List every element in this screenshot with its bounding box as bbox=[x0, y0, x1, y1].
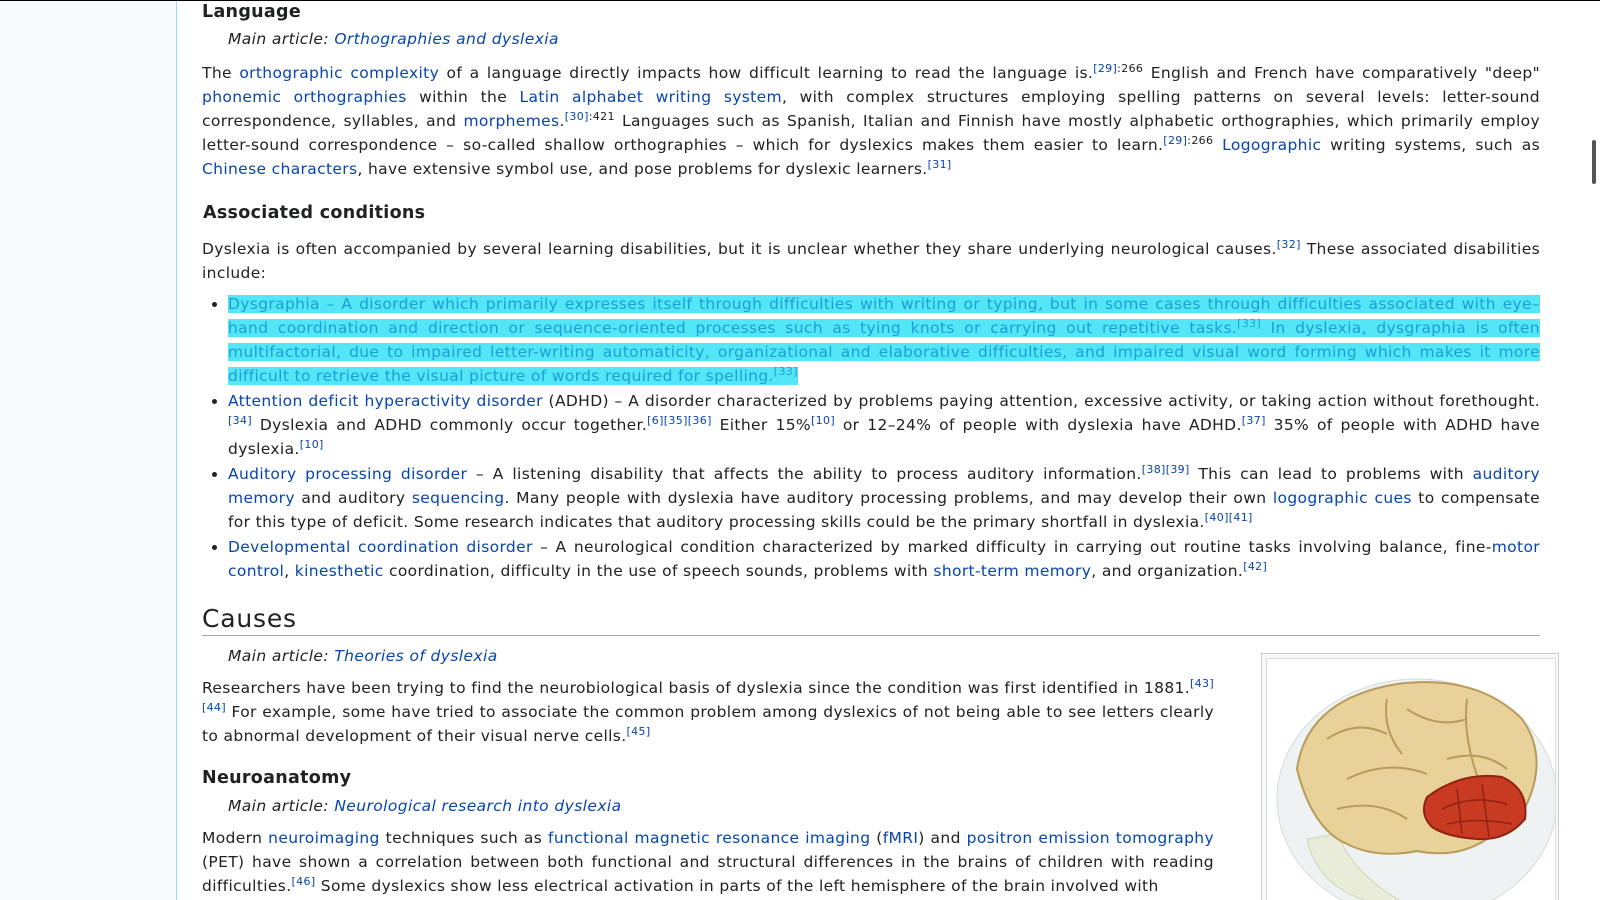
list-item-dcd: Developmental coordination disorder – A … bbox=[228, 535, 1540, 583]
link-neurological-research-into-dyslexia[interactable]: Neurological research into dyslexia bbox=[334, 797, 621, 815]
citation-link[interactable]: [41] bbox=[1229, 511, 1253, 524]
link-kinesthetic[interactable]: kinesthetic bbox=[295, 562, 384, 580]
hatnote-prefix: Main article: bbox=[228, 30, 335, 48]
citation-link[interactable]: [10] bbox=[811, 414, 835, 427]
link-fmri-full[interactable]: functional magnetic resonance imaging bbox=[548, 829, 870, 847]
citation-link[interactable]: [45] bbox=[627, 725, 651, 738]
link-orthographies-and-dyslexia[interactable]: Orthographies and dyslexia bbox=[334, 30, 559, 48]
page-ref: :266 bbox=[1187, 133, 1214, 147]
hatnote-prefix: Main article: bbox=[228, 797, 335, 815]
citation-link[interactable]: [43] bbox=[1190, 677, 1214, 690]
citation-link[interactable]: [32] bbox=[1277, 238, 1301, 251]
list-item-auditory-processing: Auditory processing disorder – A listeni… bbox=[228, 462, 1540, 534]
scrollbar-thumb[interactable] bbox=[1592, 140, 1596, 184]
citation-link[interactable]: [36] bbox=[688, 414, 712, 427]
citation-link[interactable]: [6] bbox=[647, 414, 664, 427]
link-positron-emission-tomography[interactable]: positron emission tomography bbox=[967, 829, 1214, 847]
link-adhd[interactable]: Attention deficit hyperactivity disorder bbox=[228, 392, 543, 410]
page-ref: :421 bbox=[588, 109, 615, 123]
selected-text-highlight: Dysgraphia – A disorder which primarily … bbox=[228, 295, 1540, 385]
citation-link[interactable]: [46] bbox=[292, 875, 316, 888]
section-heading-neuroanatomy: Neuroanatomy bbox=[202, 768, 352, 788]
citation-link[interactable]: [33] bbox=[1237, 317, 1261, 330]
citation-link[interactable]: [29] bbox=[1163, 134, 1187, 147]
citation-link[interactable]: [33] bbox=[774, 365, 798, 378]
link-morphemes[interactable]: morphemes bbox=[463, 112, 559, 130]
hatnote-causes: Main article: Theories of dyslexia bbox=[202, 647, 498, 665]
page-ref: :266 bbox=[1117, 61, 1144, 75]
link-developmental-coordination-disorder[interactable]: Developmental coordination disorder bbox=[228, 538, 533, 556]
paragraph-language: The orthographic complexity of a languag… bbox=[202, 61, 1541, 178]
paragraph-causes: Researchers have been trying to find the… bbox=[202, 676, 1214, 745]
citation-link[interactable]: [34] bbox=[228, 414, 252, 427]
link-chinese-characters[interactable]: Chinese characters bbox=[202, 160, 357, 178]
link-fmri[interactable]: fMRI bbox=[883, 829, 919, 847]
citation-link[interactable]: [39] bbox=[1166, 463, 1190, 476]
list-item-adhd: Attention deficit hyperactivity disorder… bbox=[228, 389, 1540, 461]
citation-link[interactable]: [38] bbox=[1142, 463, 1166, 476]
hatnote-neuroanatomy: Main article: Neurological research into… bbox=[202, 797, 622, 815]
citation-link[interactable]: [31] bbox=[928, 158, 952, 171]
list-item-dysgraphia: Dysgraphia – A disorder which primarily … bbox=[228, 292, 1540, 388]
link-latin-alphabet-writing-system[interactable]: Latin alphabet writing system bbox=[519, 88, 781, 106]
citation-link[interactable]: [42] bbox=[1243, 560, 1267, 573]
citation-link[interactable]: [29] bbox=[1093, 62, 1117, 75]
link-logographic-cues[interactable]: logographic cues bbox=[1273, 489, 1412, 507]
link-auditory-processing-disorder[interactable]: Auditory processing disorder bbox=[228, 465, 467, 483]
brain-image[interactable] bbox=[1266, 658, 1558, 900]
thumbnail-frame bbox=[1261, 653, 1559, 900]
citation-link[interactable]: [30] bbox=[565, 110, 589, 123]
citation-link[interactable]: [10] bbox=[300, 438, 324, 451]
section-heading-language: Language bbox=[202, 2, 302, 22]
link-orthographic-complexity[interactable]: orthographic complexity bbox=[239, 64, 439, 82]
citation-link[interactable]: [40] bbox=[1205, 511, 1229, 524]
section-heading-causes: Causes bbox=[202, 604, 1540, 636]
hatnote-language: Main article: Orthographies and dyslexia bbox=[202, 30, 559, 48]
brain-illustration bbox=[1276, 678, 1558, 900]
paragraph-neuroanatomy: Modern neuroimaging techniques such as f… bbox=[202, 829, 1214, 895]
link-neuroimaging[interactable]: neuroimaging bbox=[268, 829, 380, 847]
link-logographic[interactable]: Logographic bbox=[1222, 136, 1321, 154]
citation-link[interactable]: [35] bbox=[664, 414, 688, 427]
associated-conditions-list: Dysgraphia – A disorder which primarily … bbox=[202, 292, 1540, 584]
citation-link[interactable]: [44] bbox=[202, 701, 226, 714]
link-theories-of-dyslexia[interactable]: Theories of dyslexia bbox=[334, 647, 497, 665]
link-phonemic-orthographies[interactable]: phonemic orthographies bbox=[202, 88, 407, 106]
link-short-term-memory[interactable]: short-term memory bbox=[933, 562, 1091, 580]
citation-link[interactable]: [37] bbox=[1242, 414, 1266, 427]
hatnote-prefix: Main article: bbox=[228, 647, 335, 665]
paragraph-associated: Dyslexia is often accompanied by several… bbox=[202, 237, 1541, 282]
section-heading-associated-conditions: Associated conditions bbox=[203, 203, 426, 223]
link-sequencing[interactable]: sequencing bbox=[412, 489, 505, 507]
article-content: Language Main article: Orthographies and… bbox=[176, 1, 1600, 900]
link-dysgraphia[interactable]: Dysgraphia bbox=[228, 295, 320, 313]
